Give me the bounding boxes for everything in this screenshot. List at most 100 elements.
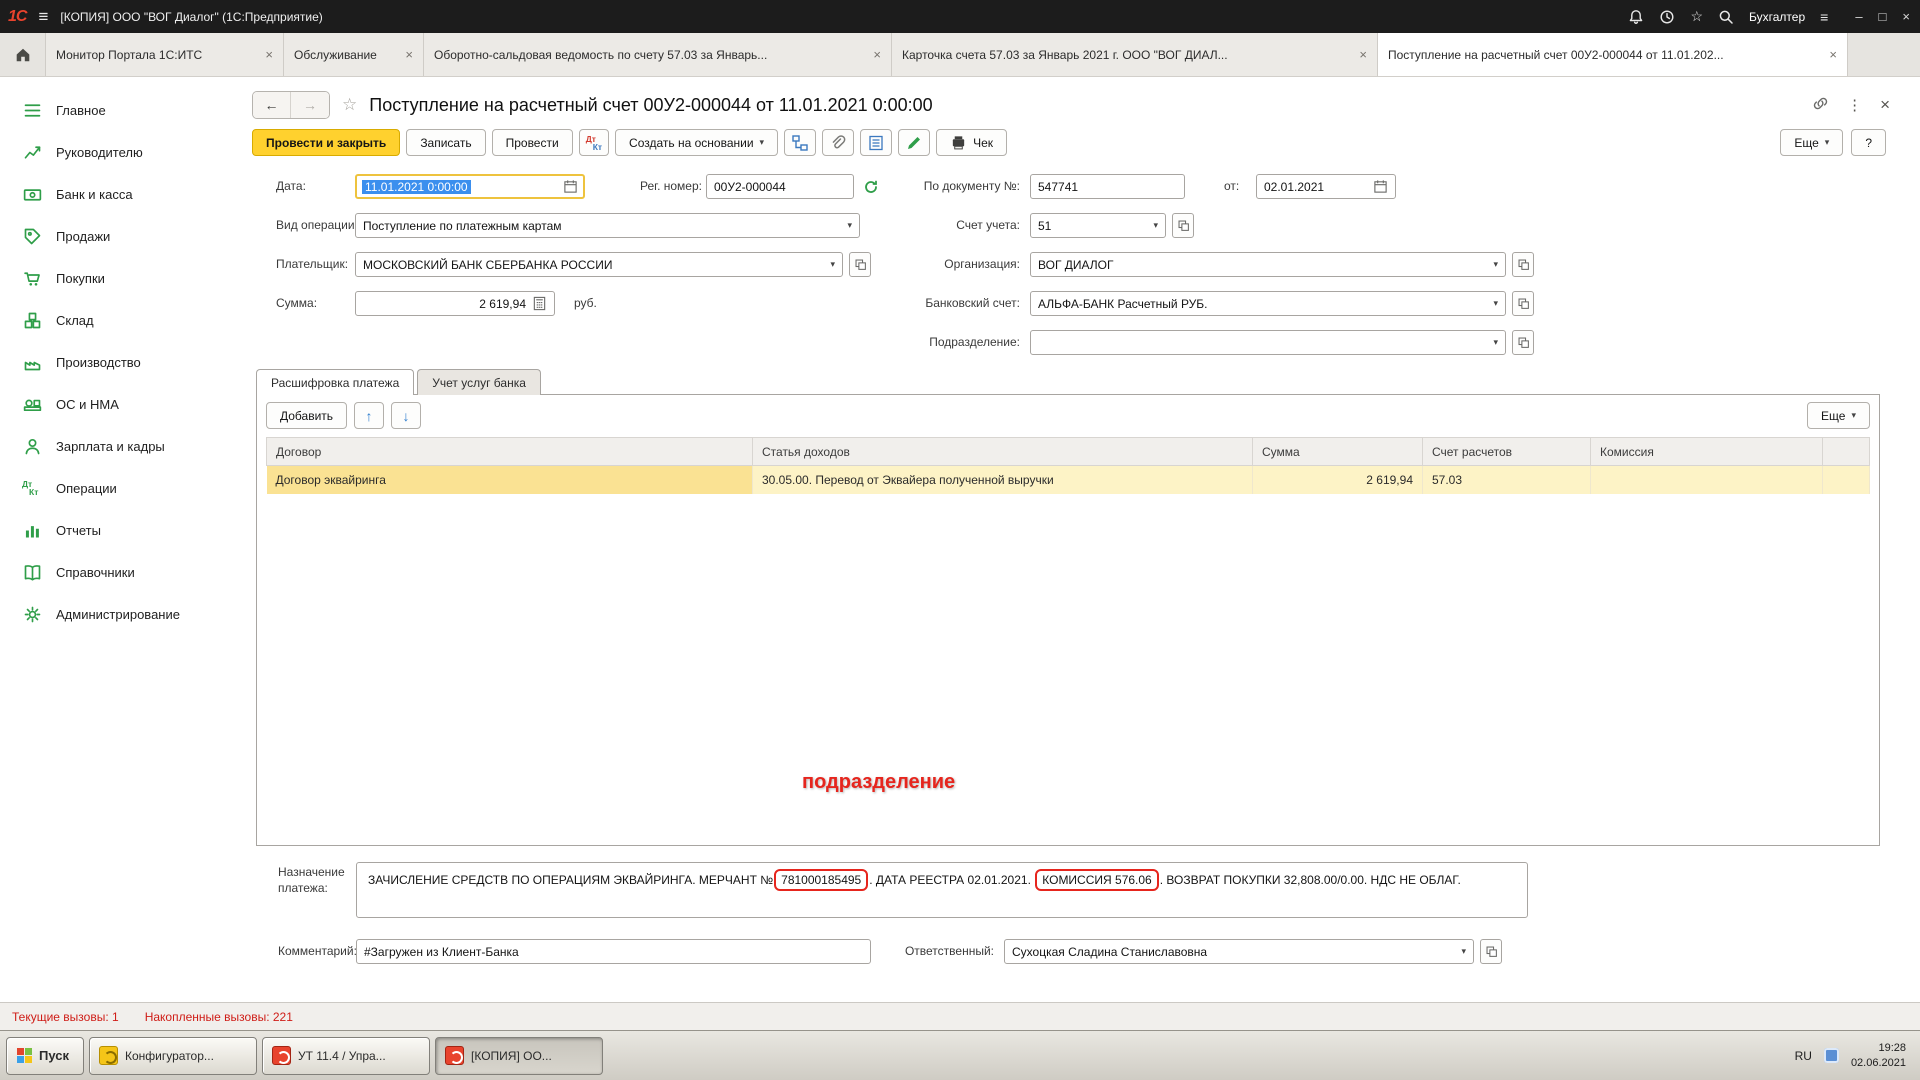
calendar-icon[interactable] (1373, 179, 1388, 194)
sidebar-item-bank-cash[interactable]: Банк и касса (0, 173, 228, 215)
tab-close-icon[interactable]: × (1829, 47, 1837, 62)
comment-field[interactable]: #Загружен из Клиент-Банка (356, 939, 871, 964)
division-chooser-button[interactable] (1512, 330, 1534, 355)
back-button[interactable]: ← (253, 92, 291, 118)
notifications-bell-icon[interactable] (1628, 9, 1644, 25)
doc-number-field[interactable]: 547741 (1030, 174, 1185, 199)
chevron-down-icon[interactable]: ▾ (1461, 946, 1466, 957)
sidebar-item-manager[interactable]: Руководителю (0, 131, 228, 173)
tray-icon[interactable] (1824, 1048, 1839, 1063)
cell-settlement-account[interactable]: 57.03 (1423, 466, 1591, 494)
main-menu-icon[interactable]: ≡ (38, 8, 48, 25)
cell-amount[interactable]: 2 619,94 (1253, 466, 1423, 494)
post-button[interactable]: Провести (492, 129, 573, 156)
responsible-chooser-button[interactable] (1480, 939, 1502, 964)
edit-purpose-button[interactable] (898, 129, 930, 156)
sidebar-item-sales[interactable]: Продажи (0, 215, 228, 257)
tab-turnover-balance[interactable]: Оборотно-сальдовая ведомость по счету 57… (424, 33, 892, 76)
register-records-button[interactable] (860, 129, 892, 156)
chevron-down-icon[interactable]: ▾ (830, 259, 835, 270)
get-link-icon[interactable] (1812, 95, 1829, 115)
amount-field[interactable]: 2 619,94 (355, 291, 555, 316)
minimize-icon[interactable]: – (1855, 9, 1862, 24)
taskbar-app-kopiya[interactable]: [КОПИЯ] ОО... (435, 1037, 603, 1075)
operation-type-field[interactable]: Поступление по платежным картам ▾ (355, 213, 860, 238)
close-window-icon[interactable]: × (1902, 9, 1910, 24)
post-and-close-button[interactable]: Провести и закрыть (252, 129, 400, 156)
bank-account-chooser-button[interactable] (1512, 291, 1534, 316)
close-document-icon[interactable]: × (1880, 95, 1890, 115)
tab-monitor-portal[interactable]: Монитор Портала 1С:ИТС × (46, 33, 284, 76)
sidebar-item-warehouse[interactable]: Склад (0, 299, 228, 341)
taskbar-app-ut[interactable]: УТ 11.4 / Упра... (262, 1037, 430, 1075)
chevron-down-icon[interactable]: ▾ (1493, 298, 1498, 309)
sidebar-item-administration[interactable]: Администрирование (0, 593, 228, 635)
forward-button[interactable]: → (291, 92, 329, 118)
more-button-grid[interactable]: Еще ▾ (1807, 402, 1870, 429)
division-field[interactable]: ▾ (1030, 330, 1506, 355)
search-icon[interactable] (1718, 9, 1734, 25)
start-button[interactable]: Пуск (6, 1037, 84, 1075)
tab-bank-services[interactable]: Учет услуг банка (417, 369, 541, 395)
responsible-field[interactable]: Сухоцкая Сладина Станиславовна ▾ (1004, 939, 1474, 964)
tab-payment-breakdown[interactable]: Расшифровка платежа (256, 369, 414, 395)
tab-close-icon[interactable]: × (405, 47, 413, 62)
reg-number-field[interactable]: 00У2-000044 (706, 174, 854, 199)
move-row-down-button[interactable]: ↓ (391, 402, 421, 429)
organization-chooser-button[interactable] (1512, 252, 1534, 277)
sidebar-item-directories[interactable]: Справочники (0, 551, 228, 593)
doc-date-field[interactable]: 02.01.2021 (1256, 174, 1396, 199)
write-button[interactable]: Записать (406, 129, 485, 156)
add-row-button[interactable]: Добавить (266, 402, 347, 429)
calendar-icon[interactable] (563, 179, 578, 194)
current-user[interactable]: Бухгалтер (1749, 10, 1805, 24)
tab-service[interactable]: Обслуживание × (284, 33, 424, 76)
payer-field[interactable]: МОСКОВСКИЙ БАНК СБЕРБАНКА РОССИИ ▾ (355, 252, 843, 277)
tab-close-icon[interactable]: × (265, 47, 273, 62)
home-tab-button[interactable] (0, 33, 46, 76)
cell-commission[interactable] (1591, 466, 1823, 494)
sidebar-item-fixed-assets[interactable]: ОС и НМА (0, 383, 228, 425)
chevron-down-icon[interactable]: ▾ (1493, 259, 1498, 270)
document-structure-button[interactable] (784, 129, 816, 156)
date-field[interactable]: 11.01.2021 0:00:00 (355, 174, 585, 199)
accounting-account-chooser-button[interactable] (1172, 213, 1194, 238)
maximize-icon[interactable]: □ (1879, 9, 1887, 24)
sidebar-item-operations[interactable]: ДтКт Операции (0, 467, 228, 509)
dt-kt-button[interactable]: ДтКт (579, 129, 609, 156)
keyboard-language-indicator[interactable]: RU (1795, 1049, 1812, 1063)
chevron-down-icon[interactable]: ▾ (847, 220, 852, 231)
bank-account-field[interactable]: АЛЬФА-БАНК Расчетный РУБ. ▾ (1030, 291, 1506, 316)
tab-close-icon[interactable]: × (1359, 47, 1367, 62)
help-button[interactable]: ? (1851, 129, 1886, 156)
sidebar-item-production[interactable]: Производство (0, 341, 228, 383)
organization-field[interactable]: ВОГ ДИАЛОГ ▾ (1030, 252, 1506, 277)
taskbar-clock[interactable]: 19:28 02.06.2021 (1851, 1041, 1906, 1071)
favorite-star-icon[interactable]: ☆ (342, 95, 357, 115)
attachments-button[interactable] (822, 129, 854, 156)
accounting-account-field[interactable]: 51 ▾ (1030, 213, 1166, 238)
sections-sidebar: Главное Руководителю Банк и касса Продаж… (0, 77, 228, 1002)
more-button-toolbar[interactable]: Еще ▾ (1780, 129, 1843, 156)
chevron-down-icon[interactable]: ▾ (1153, 220, 1158, 231)
service-menu-icon[interactable]: ≡ (1820, 10, 1828, 24)
chevron-down-icon[interactable]: ▾ (1493, 337, 1498, 348)
tab-account-card[interactable]: Карточка счета 57.03 за Январь 2021 г. О… (892, 33, 1378, 76)
favorites-star-icon[interactable]: ☆ (1690, 8, 1703, 25)
history-icon[interactable] (1659, 9, 1675, 25)
tab-close-icon[interactable]: × (873, 47, 881, 62)
calculator-icon[interactable] (532, 296, 547, 311)
taskbar-app-configurator[interactable]: Конфигуратор... (89, 1037, 257, 1075)
sidebar-item-salary-hr[interactable]: Зарплата и кадры (0, 425, 228, 467)
more-menu-dots-icon[interactable]: ⋮ (1847, 96, 1862, 114)
sidebar-item-reports[interactable]: Отчеты (0, 509, 228, 551)
move-row-up-button[interactable]: ↑ (354, 402, 384, 429)
tab-receipt-document[interactable]: Поступление на расчетный счет 00У2-00004… (1378, 33, 1848, 76)
cell-income-item[interactable]: 30.05.00. Перевод от Эквайера полученной… (753, 466, 1253, 494)
sidebar-item-main[interactable]: Главное (0, 89, 228, 131)
cell-contract[interactable]: Договор эквайринга (267, 466, 753, 494)
create-based-on-button[interactable]: Создать на основании ▾ (615, 129, 778, 156)
payment-purpose-field[interactable]: ЗАЧИСЛЕНИЕ СРЕДСТВ ПО ОПЕРАЦИЯМ ЭКВАЙРИН… (356, 862, 1528, 918)
sidebar-item-purchases[interactable]: Покупки (0, 257, 228, 299)
receipt-check-button[interactable]: Чек (936, 129, 1007, 156)
